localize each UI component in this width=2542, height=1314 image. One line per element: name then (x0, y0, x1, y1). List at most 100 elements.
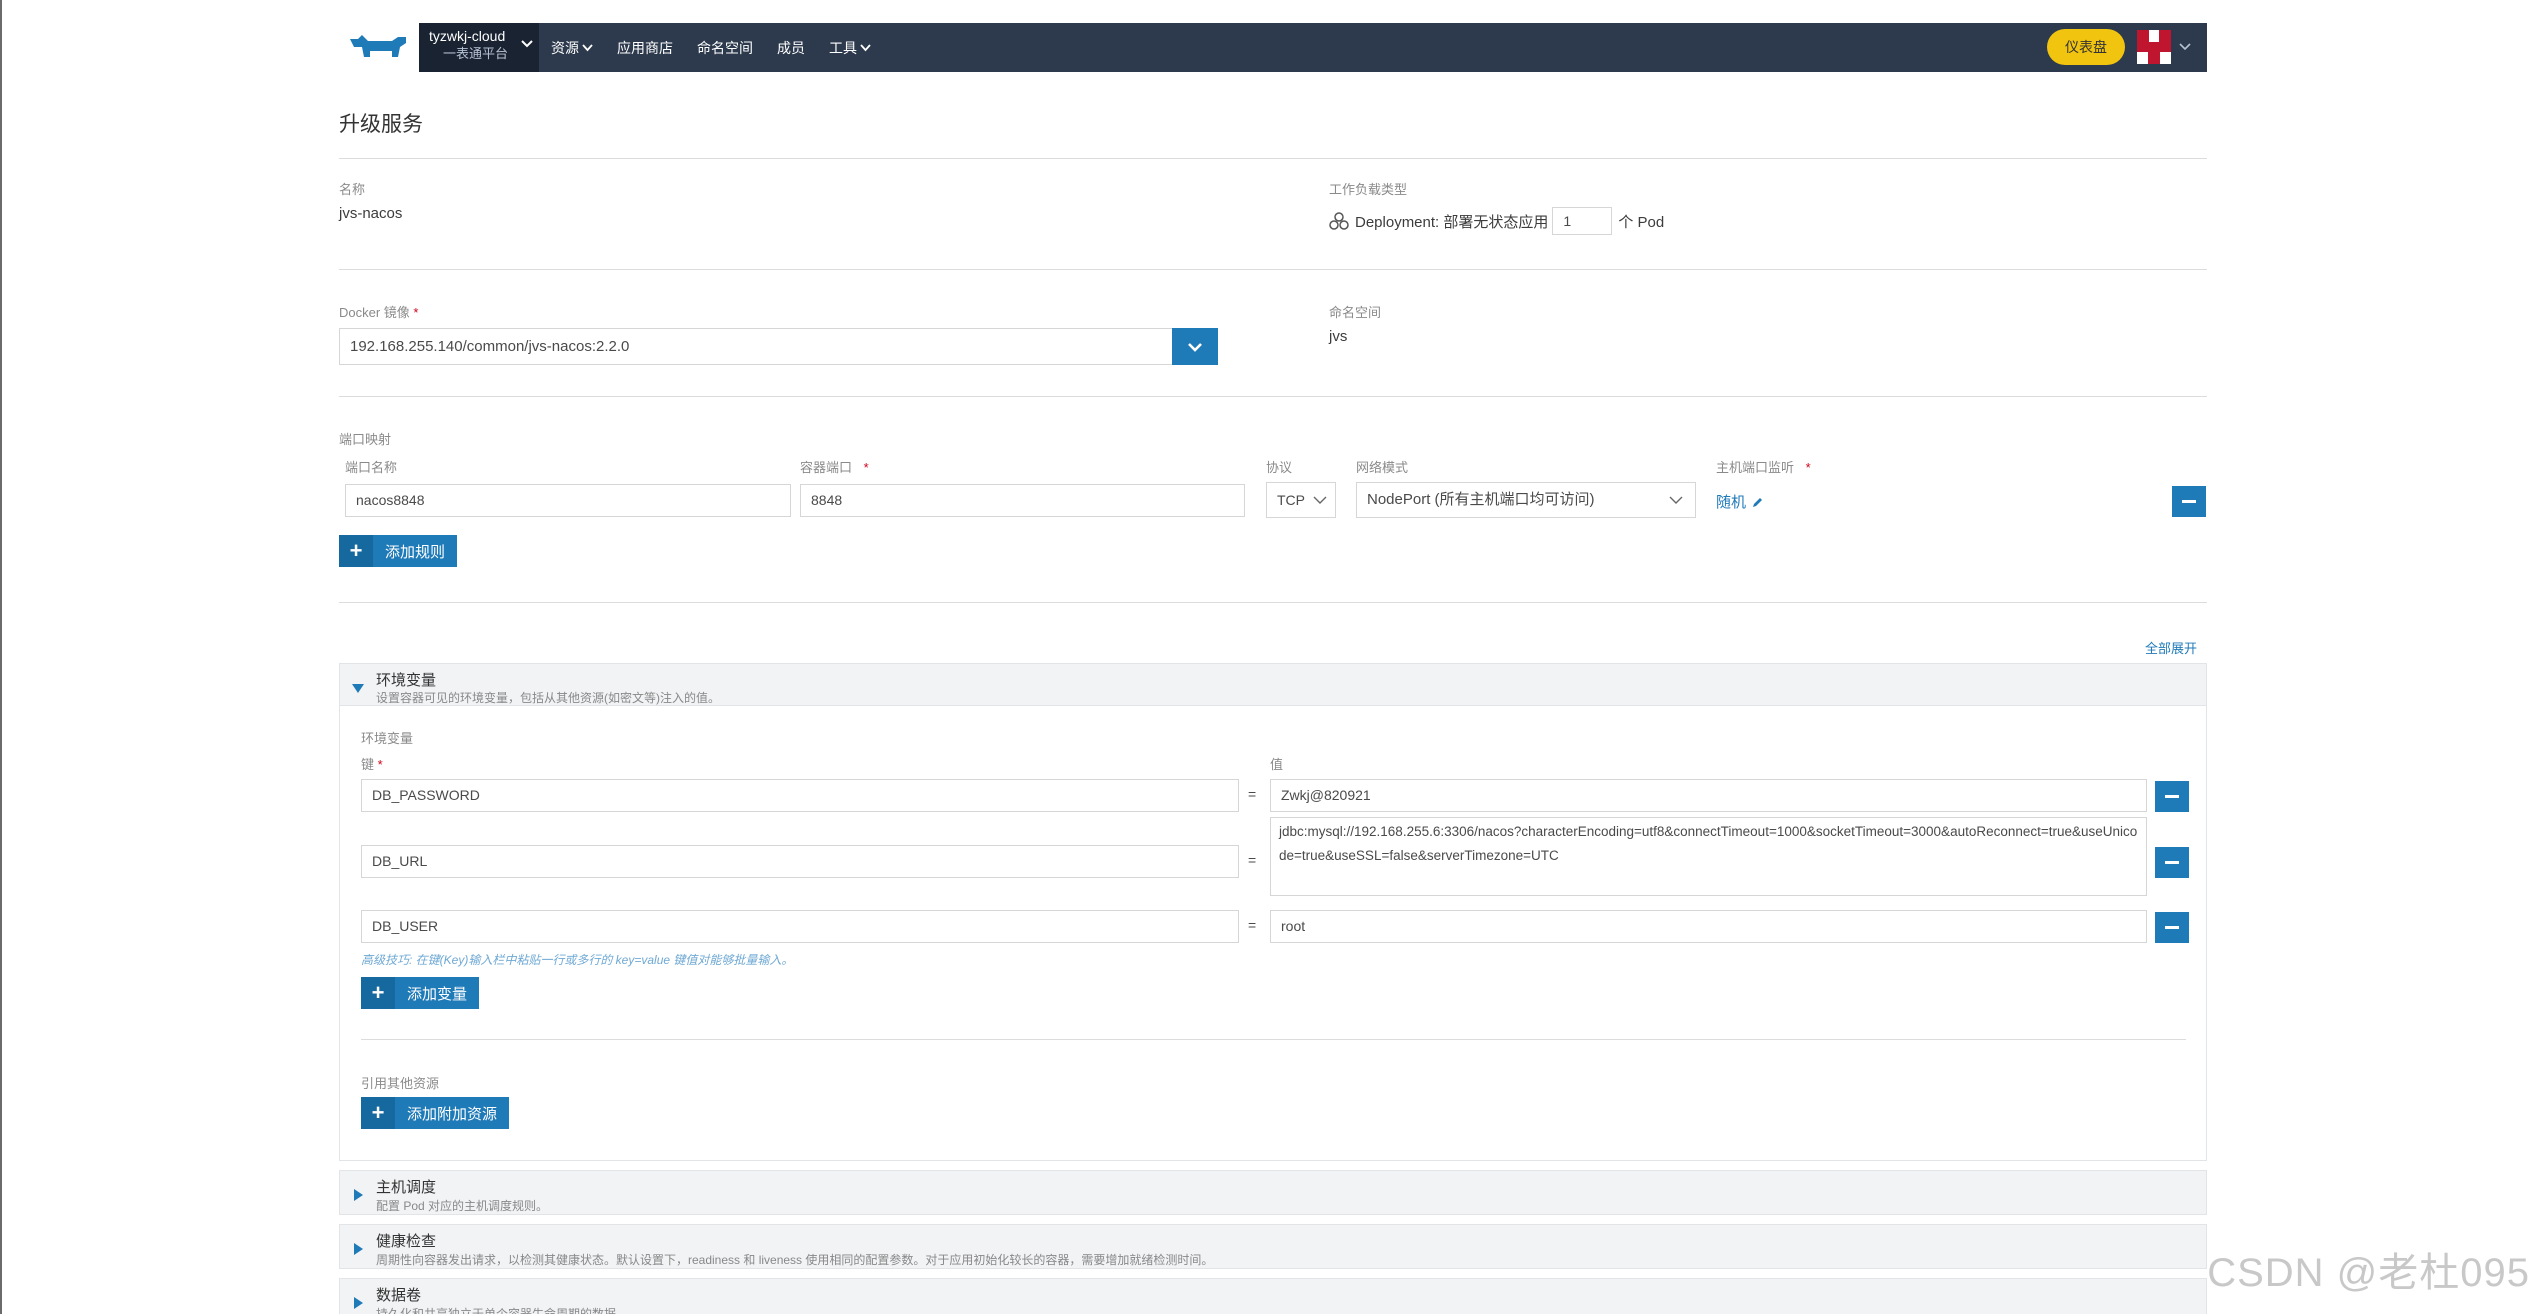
nav-members[interactable]: 成员 (777, 38, 805, 58)
nav-namespaces[interactable]: 命名空间 (697, 38, 753, 58)
network-mode-value: NodePort (所有主机端口均可访问) (1367, 491, 1595, 508)
expand-all-link[interactable]: 全部展开 (2145, 638, 2197, 657)
deployment-icon (1329, 212, 1349, 230)
page-container: tyzwkj-cloud 一表通平台 资源 应用商店 命名空间 成员 工具 仪表… (339, 23, 2207, 1314)
required-mark: * (863, 460, 869, 475)
health-check-section-header[interactable]: 健康检查 周期性向容器发出请求，以检测其健康状态。默认设置下，readiness… (339, 1224, 2207, 1269)
minus-icon (2165, 926, 2179, 929)
host-port-random[interactable]: 随机 (1716, 491, 1764, 512)
add-rule-button[interactable]: + 添加规则 (339, 535, 458, 567)
pencil-icon (1753, 497, 1763, 507)
protocol-value: TCP (1277, 492, 1305, 508)
chevron-down-icon (860, 43, 871, 51)
cluster-switcher[interactable]: tyzwkj-cloud 一表通平台 (419, 23, 539, 72)
nav-resources[interactable]: 资源 (551, 38, 593, 58)
minus-icon (2165, 795, 2179, 798)
name-value: jvs-nacos (339, 205, 403, 222)
user-menu[interactable] (2137, 29, 2195, 65)
container-port-col-text: 容器端口 (800, 460, 853, 475)
chevron-down-icon (1669, 496, 1683, 504)
required-mark: * (377, 757, 383, 772)
env-key-input[interactable]: DB_PASSWORD (361, 779, 1239, 812)
port-name-input[interactable]: nacos8848 (345, 484, 791, 517)
add-variable-button[interactable]: + 添加变量 (361, 977, 480, 1009)
section-desc: 配置 Pod 对应的主机调度规则。 (376, 1199, 549, 1213)
volumes-section-header[interactable]: 数据卷 持久化和共享独立于单个容器生命周期的数据 (339, 1278, 2207, 1314)
host-port-value: 随机 (1716, 494, 1747, 511)
env-section-desc: 设置容器可见的环境变量，包括从其他资源(如密文等)注入的值。 (376, 691, 720, 705)
rancher-logo[interactable] (339, 23, 419, 72)
plus-icon: + (361, 977, 395, 1009)
protocol-col: 协议 (1266, 460, 1293, 475)
env-value-input[interactable]: root (1270, 910, 2147, 943)
workload-type-text: Deployment: 部署无状态应用 (1355, 213, 1549, 231)
nav-resources-label: 资源 (551, 39, 579, 56)
caret-down-icon (352, 684, 364, 693)
window-edge (0, 0, 2, 1314)
page-title: 升级服务 (339, 113, 423, 136)
caret-right-icon (354, 1297, 363, 1309)
env-key-label-text: 键 (361, 757, 375, 772)
image-namespace-row: Docker 镜像 * 192.168.255.140/common/jvs-n… (339, 270, 2207, 396)
remove-env-button[interactable] (2155, 912, 2189, 943)
port-name-col: 端口名称 (345, 460, 398, 475)
env-key-input[interactable]: DB_USER (361, 910, 1239, 943)
chevron-down-icon (582, 43, 593, 51)
env-section-body: 环境变量 键 * 值 DB_PASSWORD = Zwkj@820921 DB_… (339, 706, 2207, 1161)
env-key-label: 键 * (361, 754, 383, 773)
env-value-label: 值 (1270, 757, 1284, 772)
docker-image-label: Docker 镜像 * (339, 302, 418, 321)
caret-right-icon (354, 1189, 363, 1201)
env-value-input[interactable]: Zwkj@820921 (1270, 779, 2147, 812)
env-value-textarea[interactable]: jdbc:mysql://192.168.255.6:3306/nacos?ch… (1270, 817, 2147, 896)
nav-app-store[interactable]: 应用商店 (617, 38, 673, 58)
required-mark: * (413, 305, 419, 320)
name-label: 名称 (339, 182, 366, 197)
section-desc: 周期性向容器发出请求，以检测其健康状态。默认设置下，readiness 和 li… (376, 1253, 1214, 1267)
name-workload-row: 名称 jvs-nacos 工作负载类型 Deployment: 部署无状态应用 … (339, 159, 2207, 269)
env-key-input[interactable]: DB_URL (361, 845, 1239, 878)
scheduling-section-header[interactable]: 主机调度 配置 Pod 对应的主机调度规则。 (339, 1170, 2207, 1215)
equals-sign: = (1248, 852, 1257, 868)
top-navbar: tyzwkj-cloud 一表通平台 资源 应用商店 命名空间 成员 工具 仪表… (339, 23, 2207, 72)
container-port-input[interactable]: 8848 (800, 484, 1245, 517)
workload-type-label: 工作负载类型 (1329, 182, 1408, 197)
network-mode-select[interactable]: NodePort (所有主机端口均可访问) (1356, 482, 1696, 518)
nav-tools-label: 工具 (829, 39, 857, 56)
image-dropdown-button[interactable] (1172, 328, 1218, 365)
env-section-header[interactable]: 环境变量 设置容器可见的环境变量，包括从其他资源(如密文等)注入的值。 (339, 663, 2207, 706)
csdn-watermark: CSDN @老杜095 (2207, 1251, 2530, 1295)
env-tip: 高级技巧: 在键(Key)输入栏中粘贴一行或多行的 key=value 键值对能… (361, 953, 794, 967)
dashboard-button[interactable]: 仪表盘 (2047, 29, 2125, 65)
network-mode-col: 网络模式 (1356, 460, 1409, 475)
namespace-label: 命名空间 (1329, 305, 1382, 320)
caret-right-icon (354, 1243, 363, 1255)
replicas-unit: 个 Pod (1618, 213, 1665, 231)
section-desc: 持久化和共享独立于单个容器生命周期的数据 (376, 1307, 617, 1314)
section-title: 主机调度 (376, 1179, 437, 1196)
section-title: 数据卷 (376, 1287, 422, 1304)
equals-sign: = (1248, 917, 1257, 933)
replicas-input[interactable] (1552, 207, 1613, 235)
host-port-col: 主机端口监听 * (1716, 457, 1811, 476)
nav-tools[interactable]: 工具 (829, 38, 871, 58)
remove-port-button[interactable] (2172, 486, 2206, 517)
add-resource-label: 添加附加资源 (407, 1105, 498, 1123)
main-nav: 资源 应用商店 命名空间 成员 工具 (539, 23, 895, 72)
plus-icon: + (339, 535, 373, 567)
add-resource-button[interactable]: + 添加附加资源 (361, 1097, 510, 1129)
equals-sign: = (1248, 786, 1257, 802)
port-mapping-label: 端口映射 (339, 432, 392, 447)
workload-type: Deployment: 部署无状态应用 个 Pod (1329, 207, 1664, 235)
divider (361, 1039, 2186, 1040)
remove-env-button[interactable] (2155, 847, 2189, 878)
remove-env-button[interactable] (2155, 781, 2189, 812)
chevron-down-icon (2179, 43, 2191, 51)
ref-resources-label: 引用其他资源 (361, 1076, 440, 1091)
advanced-sections: 全部展开 环境变量 设置容器可见的环境变量，包括从其他资源(如密文等)注入的值。… (339, 603, 2207, 1314)
protocol-select[interactable]: TCP (1266, 482, 1336, 518)
namespace-value: jvs (1329, 328, 1348, 345)
docker-image-input[interactable]: 192.168.255.140/common/jvs-nacos:2.2.0 (339, 328, 1179, 365)
add-variable-label: 添加变量 (407, 985, 468, 1003)
env-section-title: 环境变量 (376, 672, 437, 689)
